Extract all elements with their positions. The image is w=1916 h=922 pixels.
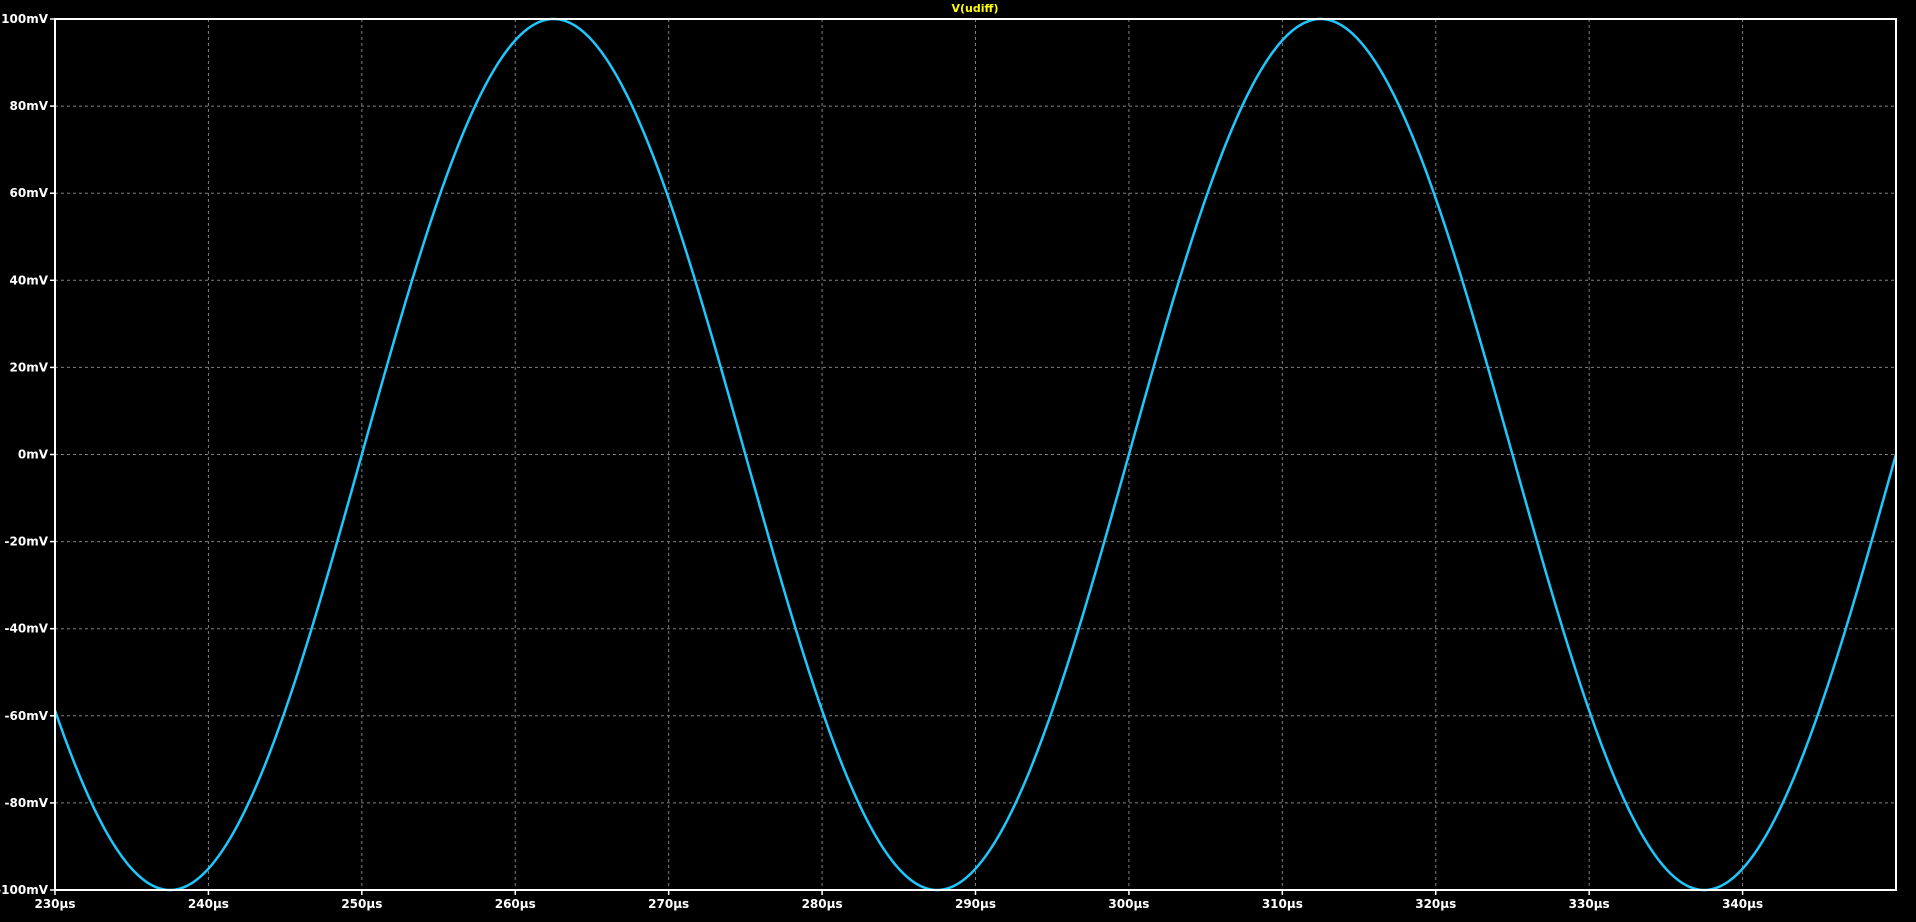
y-tick-label: -60mV (5, 709, 49, 723)
y-tick-label: 0mV (18, 448, 49, 462)
x-tick-label: 270µs (648, 897, 689, 911)
x-tick-label: 250µs (341, 897, 382, 911)
x-tick-label: 330µs (1569, 897, 1610, 911)
y-tick-label: -40mV (5, 622, 49, 636)
y-tick-label: 60mV (10, 186, 49, 200)
x-tick-label: 290µs (955, 897, 996, 911)
y-tick-label: -100mV (0, 883, 49, 897)
x-tick-label: 310µs (1262, 897, 1303, 911)
x-tick-label: 280µs (802, 897, 843, 911)
x-tick-label: 260µs (495, 897, 536, 911)
y-tick-label: 20mV (10, 360, 49, 374)
y-tick-label: -20mV (5, 535, 49, 549)
y-tick-label: -80mV (5, 796, 49, 810)
y-tick-label: 100mV (1, 12, 49, 26)
y-tick-label: 40mV (10, 273, 49, 287)
trace-title[interactable]: V(udiff) (952, 2, 999, 15)
x-tick-label: 240µs (188, 897, 229, 911)
waveform-plot: 230µs 240µs 250µs 260µs 270µs 280µs 290µs 300µs… (0, 0, 1916, 917)
x-tick-label: 300µs (1108, 897, 1149, 911)
plot-background (0, 0, 1916, 917)
x-tick-label: 320µs (1415, 897, 1456, 911)
plot-window: 230µs 240µs 250µs 260µs 270µs 280µs 290µs 300µs… (0, 0, 1916, 917)
x-tick-label: 230µs (34, 897, 75, 911)
y-tick-label: 80mV (10, 99, 49, 113)
x-tick-label: 340µs (1722, 897, 1763, 911)
